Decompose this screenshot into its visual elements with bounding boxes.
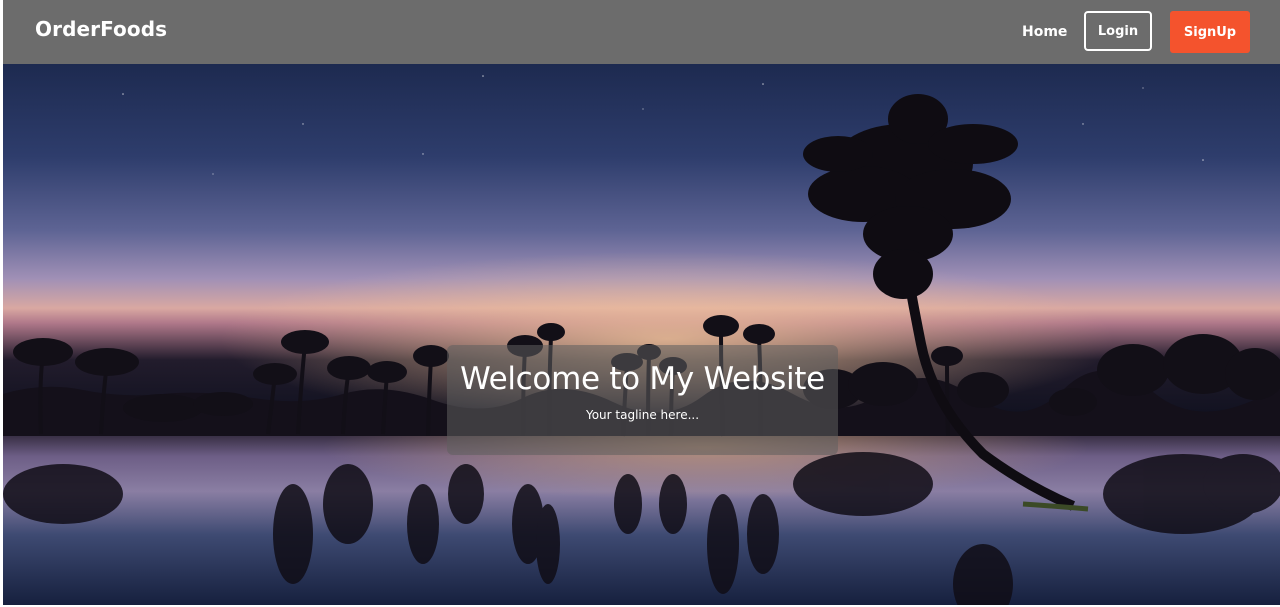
app-frame: OrderFoods Home Login SignUp Welcome to … xyxy=(3,0,1280,605)
brand-logo-text[interactable]: OrderFoods xyxy=(35,17,167,41)
login-button[interactable]: Login xyxy=(1084,11,1152,51)
signup-button-label: SignUp xyxy=(1183,24,1237,40)
hero-overlay-box: Welcome to My Website Your tagline here.… xyxy=(447,345,838,455)
hero-title: Welcome to My Website xyxy=(460,361,825,397)
hero-section: Welcome to My Website Your tagline here.… xyxy=(3,64,1280,605)
top-navbar: OrderFoods Home Login SignUp xyxy=(3,0,1280,64)
login-button-label: Login xyxy=(1097,23,1139,39)
nav-home-link[interactable]: Home xyxy=(1022,24,1067,40)
signup-button[interactable]: SignUp xyxy=(1170,11,1250,53)
hero-background-image xyxy=(3,64,1280,605)
hero-tagline: Your tagline here... xyxy=(585,408,700,422)
